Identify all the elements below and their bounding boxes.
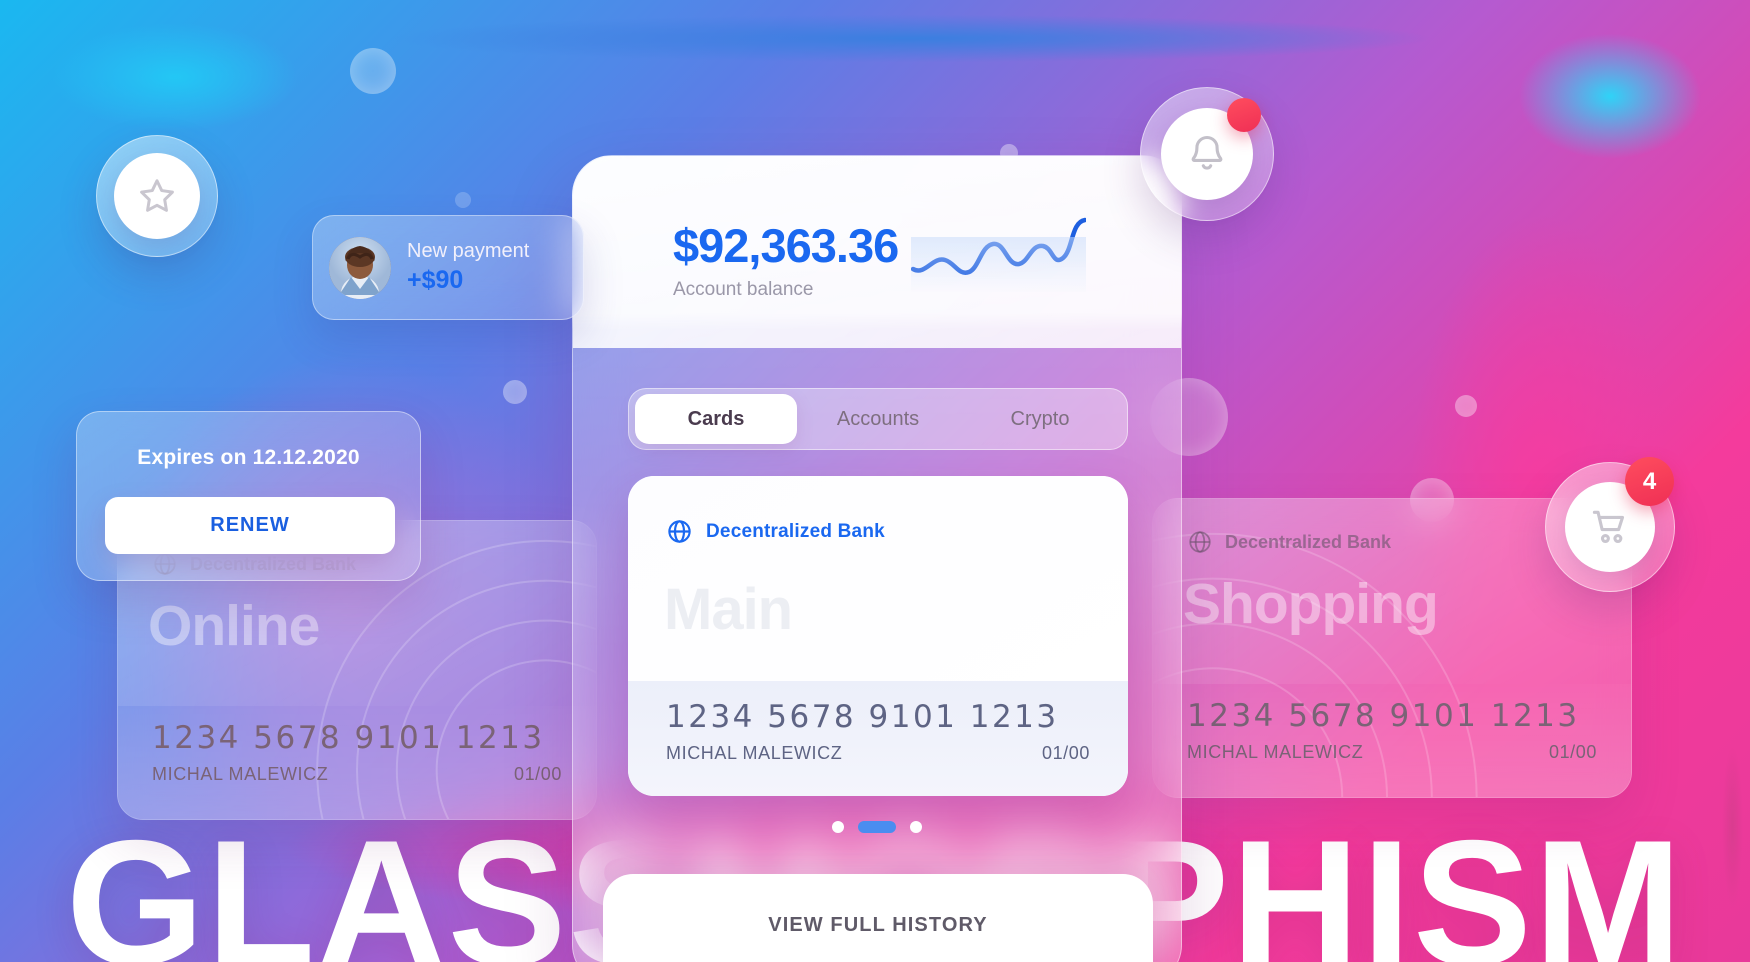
card-online-holder: MICHAL MALEWICZ — [152, 763, 329, 784]
pagination-dot-1[interactable] — [832, 821, 844, 833]
pagination-dot-3[interactable] — [910, 821, 922, 833]
sparkline-chart — [910, 214, 1088, 292]
decor-bubble — [455, 192, 471, 208]
balance-block: $92,363.36 Account balance — [673, 218, 899, 301]
avatar — [329, 236, 391, 299]
card-main-top: Decentralized Bank Main — [628, 476, 1128, 681]
star-icon — [140, 179, 174, 212]
tab-bar: Cards Accounts Crypto — [628, 388, 1128, 450]
card-main-expiry: 01/00 — [1041, 743, 1090, 763]
card-shopping-bank-row: Decentralized Bank — [1187, 529, 1391, 555]
pagination-dot-2-active[interactable] — [858, 821, 896, 833]
tab-crypto[interactable]: Crypto — [959, 394, 1121, 444]
card-main-holder: MICHAL MALEWICZ — [666, 743, 843, 763]
cart-badge: 4 — [1625, 457, 1674, 506]
card-main-bottom: 1234 5678 9101 1213 MICHAL MALEWICZ 01/0… — [628, 681, 1128, 796]
card-online-expiry: 01/00 — [513, 763, 562, 784]
card-shopping-number: 1234 5678 9101 1213 — [1187, 697, 1580, 734]
card-main-bank-row: Decentralized Bank — [666, 518, 885, 545]
balance-label: Account balance — [673, 279, 814, 300]
globe-icon — [668, 520, 691, 543]
card-shopping-holder: MICHAL MALEWICZ — [1187, 741, 1364, 762]
balance-header: $92,363.36 Account balance — [573, 156, 1181, 348]
card-shopping-expiry: 01/00 — [1548, 741, 1597, 762]
payment-amount: +$90 — [407, 266, 464, 294]
card-shopping-nickname: Shopping — [1183, 572, 1439, 636]
card-main[interactable]: Decentralized Bank Main 1234 5678 9101 1… — [628, 476, 1128, 796]
phone-panel: $92,363.36 Account balance Cards Account… — [572, 155, 1182, 962]
renew-button[interactable]: RENEW — [105, 497, 395, 554]
decor-bubble — [503, 380, 527, 404]
card-online-nickname: Online — [148, 594, 320, 658]
card-main-bank-name: Decentralized Bank — [706, 520, 885, 542]
balance-amount: $92,363.36 — [673, 219, 899, 272]
payment-notification[interactable]: New payment +$90 — [312, 215, 584, 320]
card-shopping-bank-name: Decentralized Bank — [1225, 531, 1392, 552]
card-shopping-bottom: 1234 5678 9101 1213 MICHAL MALEWICZ 01/0… — [1153, 683, 1631, 797]
globe-icon — [1189, 531, 1211, 553]
expiry-notice: Expires on 12.12.2020 — [137, 446, 360, 469]
favorites-button[interactable] — [96, 135, 218, 257]
favorites-button-inner — [114, 153, 200, 239]
sparkline-fill — [911, 237, 1086, 292]
bell-icon — [1191, 135, 1223, 170]
notifications-button[interactable] — [1140, 87, 1274, 221]
view-full-history-button[interactable]: VIEW FULL HISTORY — [603, 874, 1153, 962]
decor-bubble — [350, 48, 396, 94]
decor-bubble — [1455, 395, 1477, 417]
card-online-bottom: 1234 5678 9101 1213 MICHAL MALEWICZ 01/0… — [118, 705, 596, 819]
card-online-number: 1234 5678 9101 1213 — [152, 719, 545, 756]
payment-text-block: New payment +$90 — [407, 240, 529, 295]
cart-button[interactable]: 4 — [1545, 457, 1675, 592]
card-main-number: 1234 5678 9101 1213 — [666, 699, 1059, 735]
payment-title: New payment — [407, 240, 530, 262]
tab-cards[interactable]: Cards — [635, 394, 797, 444]
renew-button-label: RENEW — [210, 514, 290, 536]
carousel-pagination — [573, 821, 1181, 833]
user-avatar-image — [329, 236, 391, 299]
tab-accounts[interactable]: Accounts — [797, 394, 959, 444]
renew-panel: Expires on 12.12.2020 RENEW — [76, 411, 421, 581]
notification-badge — [1227, 98, 1261, 132]
card-main-nickname: Main — [664, 577, 793, 642]
view-full-history-label: VIEW FULL HISTORY — [768, 914, 988, 936]
shopping-cart-icon — [1592, 510, 1625, 544]
